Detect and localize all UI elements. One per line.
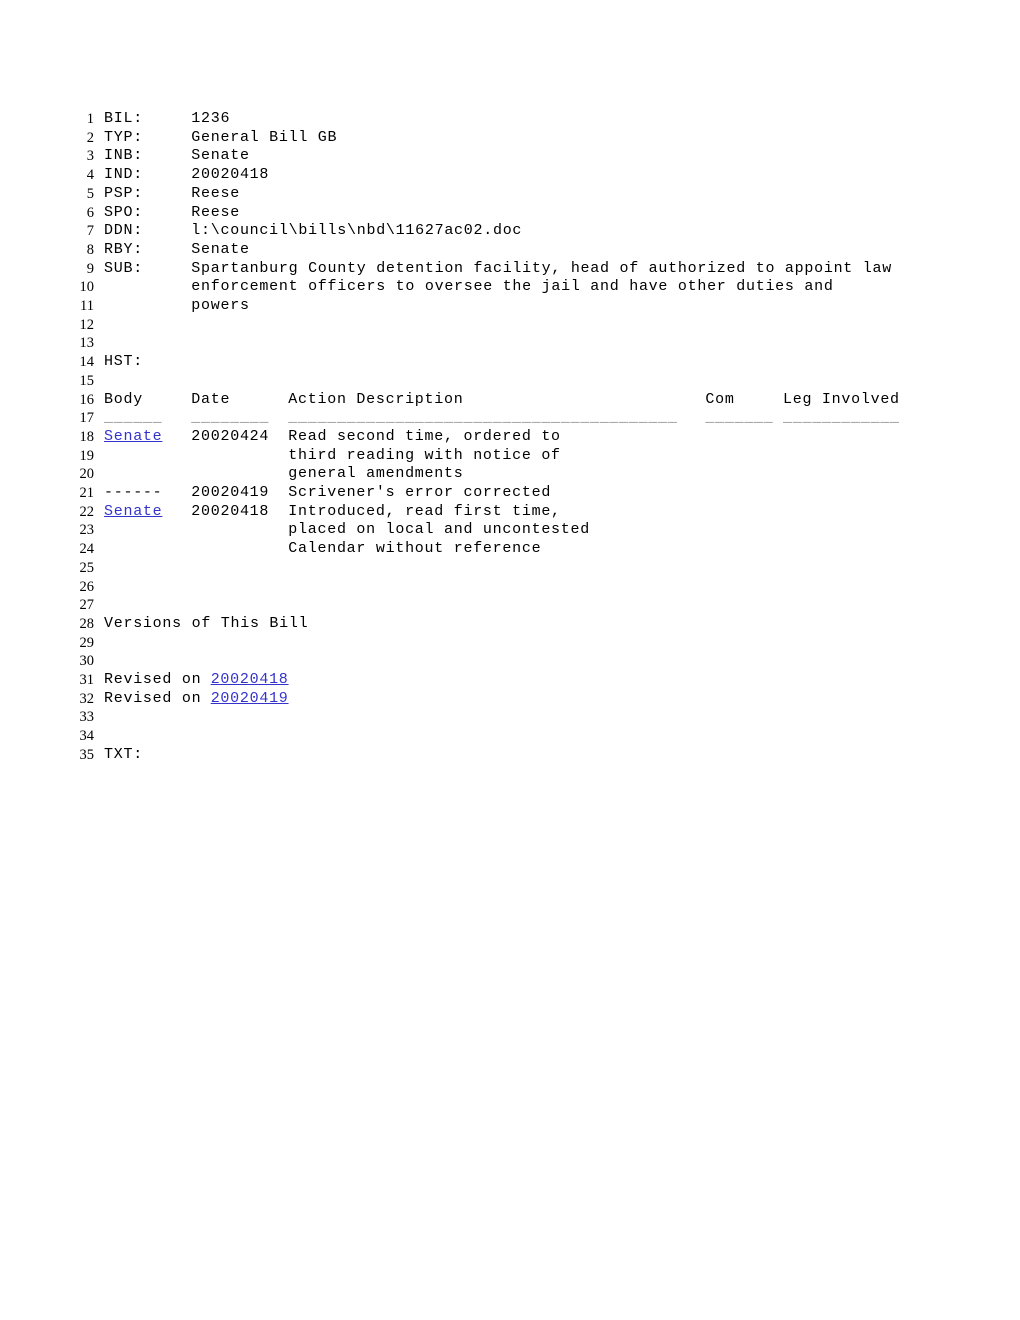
line-number: 8 [86,241,94,258]
history-action-description: third reading with notice of [288,446,561,464]
line-number: 18 [79,428,95,445]
version-date-link[interactable]: 20020418 [211,671,1020,690]
text-line: 35 TXT: [0,746,1020,765]
line-number: 29 [79,634,95,651]
text-line: 3 INB: Senate [0,147,1020,166]
text-line: 32 Revised on 20020419 [0,690,1020,709]
text-line: 15 [0,372,1020,391]
text-line: 13 [0,334,1020,353]
line-number: 34 [79,728,95,745]
line-number: 6 [86,204,94,221]
history-action-description: Read second time, ordered to [288,427,561,445]
line-number: 10 [79,279,95,296]
history-action-description: placed on local and uncontested [288,521,590,539]
line-number: 20 [79,466,95,483]
text-line: 31 Revised on 20020418 [0,671,1020,690]
line-number: 15 [79,372,95,389]
text-line: 7 DDN: l:\council\bills\nbd\11627ac02.doc [0,222,1020,241]
line-number: 22 [79,503,95,520]
line-number: 13 [79,335,95,352]
text-line: 9 SUB: Spartanburg County detention facili… [0,260,1020,279]
versions-heading: Versions of This Bill [104,614,309,632]
text-line: 8 RBY: Senate [0,241,1020,260]
text-line: 11 powers [0,297,1020,316]
line-number: 23 [79,522,95,539]
line-number: 31 [79,672,95,688]
line-number: 9 [86,260,94,277]
text-line: 24 Calendar without reference [0,540,1020,559]
text-line: 29 [0,634,1020,653]
line-number: 14 [79,354,95,371]
line-number: 2 [86,129,94,146]
line-number: 4 [86,167,94,184]
text-line: 33 [0,708,1020,727]
text-line: 21 ------ 20020419 Scrivener's error correc… [0,484,1020,503]
line-number: 3 [86,148,94,165]
line-number: 25 [79,559,95,576]
history-action-description: Introduced, read first time, [288,502,561,520]
line-number: 21 [79,485,95,501]
line-number: 1 [86,111,94,127]
text-line: 19 third reading with notice of [0,447,1020,466]
field-value-continuation: powers [191,297,250,314]
line-number: 27 [79,597,95,614]
line-number: 12 [79,316,95,333]
text-line: 23 placed on local and uncontested [0,521,1020,540]
text-line: 6 SPO: Reese [0,204,1020,223]
text-line: 17 ______ ________ ________________________… [0,409,1020,428]
line-number: 17 [79,410,95,427]
line-number: 16 [79,391,95,408]
line-number: 28 [79,615,95,632]
field-value: Reese [191,184,240,202]
line-number: 26 [79,578,95,595]
text-line: 30 [0,652,1020,671]
line-number: 7 [86,223,94,240]
column-header-leg: Leg Involved [783,390,900,408]
text-line: 1 BIL: 1236 [0,110,1020,129]
text-section-label: TXT: [104,745,143,763]
text-line: 5 PSP: Reese [0,185,1020,204]
text-line: 12 [0,316,1020,335]
text-line: 2 TYP: General Bill GB [0,129,1020,148]
line-number: 19 [79,447,95,464]
text-line: 22 Senate 20020418 Introduced, read first t… [0,503,1020,522]
field-value-continuation: enforcement officers to oversee the jail… [191,278,834,296]
field-value: 20020418 [191,166,270,184]
column-rule-leg: ____________ [783,409,900,427]
text-line: 20 general amendments [0,465,1020,484]
line-number: 24 [79,541,95,558]
text-line: 10 enforcement officers to oversee the ja… [0,278,1020,297]
history-action-description: Calendar without reference [288,540,542,558]
field-value: Reese [191,203,240,221]
field-value: General Bill GB [191,128,338,146]
line-number: 5 [86,185,94,202]
text-line: 4 IND: 20020418 [0,166,1020,185]
line-number: 33 [79,709,95,726]
field-value: Spartanburg County detention facility, h… [191,259,892,277]
field-value: l:\council\bills\nbd\11627ac02.doc [191,222,523,240]
line-number: 35 [79,746,95,763]
text-line: 27 [0,596,1020,615]
text-line: 28 Versions of This Bill [0,615,1020,634]
text-line: 34 [0,727,1020,746]
text-line: 25 [0,559,1020,578]
history-section-label: HST: [104,353,143,371]
text-line: 18 Senate 20020424 Read second time, ordere… [0,428,1020,447]
version-date-link[interactable]: 20020419 [211,690,1020,709]
field-value: 1236 [191,110,231,127]
document-page: 1 BIL: 1236 2 TYP: General Bill GB 3 INB: Senate… [0,0,1020,1320]
line-number: 32 [79,690,95,707]
text-line: 26 [0,578,1020,597]
history-action-description: Scrivener's error corrected [288,484,552,501]
history-action-description: general amendments [288,465,464,483]
text-line: 16 Body Date Action Description Com Leg Invol… [0,391,1020,410]
field-value: Senate [191,147,250,165]
line-number: 11 [80,298,94,314]
text-line: 14 HST: [0,353,1020,372]
line-number: 30 [79,653,95,670]
field-value: Senate [191,240,250,258]
